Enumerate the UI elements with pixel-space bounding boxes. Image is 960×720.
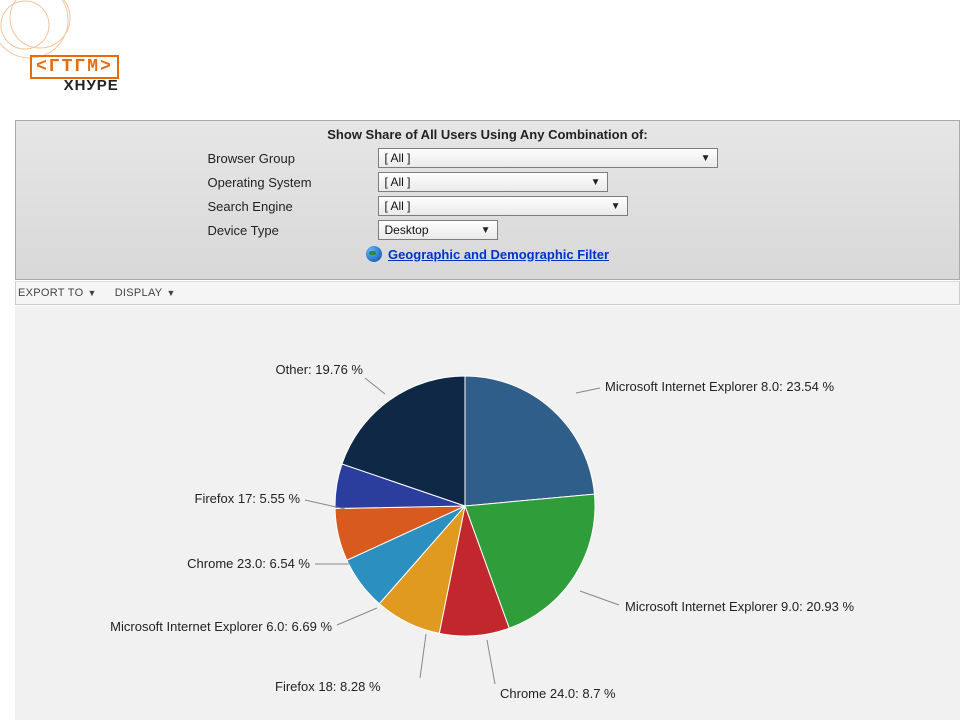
filter-label-device-type: Device Type bbox=[208, 223, 378, 238]
filter-row-device-type: Device Type Desktop ▼ bbox=[208, 220, 768, 240]
browser-group-select-value: [ All ] bbox=[385, 151, 411, 165]
label-chrome24: Chrome 24.0: 8.7 % bbox=[500, 686, 616, 701]
chevron-down-icon: ▼ bbox=[611, 201, 621, 212]
chevron-down-icon: ▼ bbox=[481, 225, 491, 236]
leader-ie6 bbox=[337, 608, 377, 625]
device-type-select-value: Desktop bbox=[385, 223, 429, 237]
label-firefox17: Firefox 17: 5.55 % bbox=[195, 491, 301, 506]
chevron-down-icon: ▼ bbox=[166, 288, 175, 298]
logo-text: <ГТГМ> ХНУРЕ bbox=[30, 55, 119, 94]
pie-chart: Microsoft Internet Explorer 8.0: 23.54 %… bbox=[15, 306, 960, 720]
leader-chrome24 bbox=[487, 640, 495, 684]
label-ie8: Microsoft Internet Explorer 8.0: 23.54 % bbox=[605, 379, 834, 394]
filter-rows: Browser Group [ All ] ▼ Operating System… bbox=[16, 148, 959, 240]
filter-label-operating-system: Operating System bbox=[208, 175, 378, 190]
filter-panel: Show Share of All Users Using Any Combin… bbox=[15, 120, 960, 280]
label-chrome23: Chrome 23.0: 6.54 % bbox=[187, 556, 310, 571]
pie-slice[interactable] bbox=[465, 376, 594, 506]
label-ie9: Microsoft Internet Explorer 9.0: 20.93 % bbox=[625, 599, 854, 614]
chevron-down-icon: ▼ bbox=[701, 153, 711, 164]
logo-line1: <ГТГМ> bbox=[30, 55, 119, 79]
operating-system-select[interactable]: [ All ] ▼ bbox=[378, 172, 608, 192]
export-to-label: EXPORT TO bbox=[18, 287, 83, 299]
label-ie6: Microsoft Internet Explorer 6.0: 6.69 % bbox=[110, 619, 332, 634]
display-label: DISPLAY bbox=[115, 287, 163, 299]
chevron-down-icon: ▼ bbox=[87, 288, 96, 298]
toolbar: EXPORT TO ▼ DISPLAY ▼ bbox=[15, 281, 960, 305]
search-engine-select[interactable]: [ All ] ▼ bbox=[378, 196, 628, 216]
geo-demographic-filter-link[interactable]: Geographic and Demographic Filter bbox=[388, 247, 609, 262]
leader-ie9 bbox=[580, 591, 619, 605]
globe-icon bbox=[366, 246, 382, 262]
chart-area: Microsoft Internet Explorer 8.0: 23.54 %… bbox=[15, 306, 960, 720]
filter-label-search-engine: Search Engine bbox=[208, 199, 378, 214]
logo-area: <ГТГМ> ХНУРЕ bbox=[0, 0, 960, 110]
filter-panel-title: Show Share of All Users Using Any Combin… bbox=[16, 121, 959, 148]
search-engine-select-value: [ All ] bbox=[385, 199, 411, 213]
label-firefox18: Firefox 18: 8.28 % bbox=[275, 679, 381, 694]
device-type-select[interactable]: Desktop ▼ bbox=[378, 220, 498, 240]
operating-system-select-value: [ All ] bbox=[385, 175, 411, 189]
display-button[interactable]: DISPLAY ▼ bbox=[115, 287, 176, 299]
browser-group-select[interactable]: [ All ] ▼ bbox=[378, 148, 718, 168]
geo-filter-row: Geographic and Demographic Filter bbox=[16, 246, 959, 262]
filter-row-operating-system: Operating System [ All ] ▼ bbox=[208, 172, 768, 192]
filter-row-search-engine: Search Engine [ All ] ▼ bbox=[208, 196, 768, 216]
export-to-button[interactable]: EXPORT TO ▼ bbox=[18, 287, 97, 299]
logo-line2: ХНУРЕ bbox=[30, 77, 119, 94]
leader-firefox18 bbox=[420, 634, 426, 678]
filter-row-browser-group: Browser Group [ All ] ▼ bbox=[208, 148, 768, 168]
filter-label-browser-group: Browser Group bbox=[208, 151, 378, 166]
leader-other bbox=[365, 378, 385, 394]
leader-ie8 bbox=[576, 388, 600, 393]
label-other: Other: 19.76 % bbox=[276, 362, 364, 377]
chevron-down-icon: ▼ bbox=[591, 177, 601, 188]
